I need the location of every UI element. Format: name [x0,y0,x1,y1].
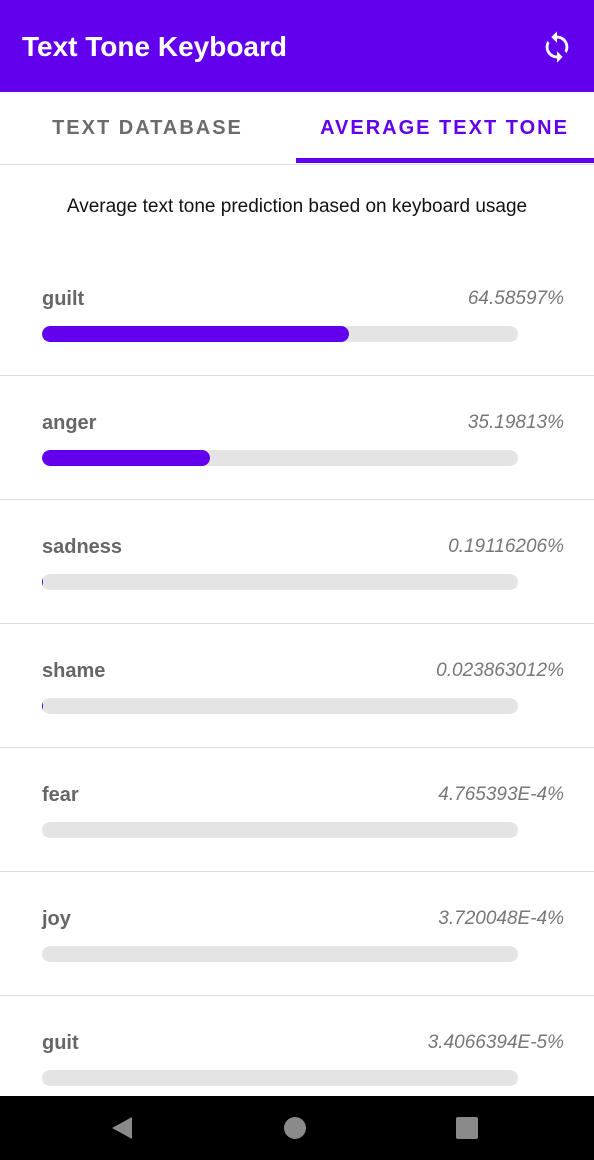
progress-track [42,1070,518,1086]
progress-fill [42,450,210,466]
system-nav-bar [0,1096,594,1160]
recents-square-icon [456,1117,478,1139]
home-button[interactable] [275,1108,315,1148]
page-subtitle: Average text tone prediction based on ke… [66,196,528,217]
tone-value: 0.19116206% [448,536,564,557]
tone-list: guilt 64.58597% anger 35.19813% sadness … [0,252,594,1120]
list-item[interactable]: fear 4.765393E-4% [0,748,594,872]
progress-track [42,822,518,838]
refresh-icon [545,31,569,63]
progress-fill [42,574,43,590]
tone-value: 0.023863012% [436,660,564,681]
tone-label: guilt [42,288,85,310]
tab-indicator [296,158,594,163]
progress-track [42,698,518,714]
list-item[interactable]: shame 0.023863012% [0,624,594,748]
tone-label: joy [42,908,71,930]
recents-button[interactable] [447,1108,487,1148]
refresh-button[interactable] [534,24,580,70]
tab-text-database[interactable]: TEXT DATABASE [0,92,295,164]
progress-track [42,450,518,466]
tone-value: 64.58597% [467,288,564,309]
list-item[interactable]: sadness 0.19116206% [0,500,594,624]
app-bar: Text Tone Keyboard [0,0,594,92]
back-button[interactable] [102,1108,142,1148]
progress-track [42,574,518,590]
tone-label: fear [42,784,79,806]
tone-label: anger [42,412,97,434]
tone-label: sadness [42,536,123,558]
tab-bar: TEXT DATABASE AVERAGE TEXT TONE [0,92,594,165]
tone-value: 35.19813% [467,412,564,433]
tab-average-text-tone[interactable]: AVERAGE TEXT TONE [295,92,594,164]
home-circle-icon [284,1117,306,1139]
back-triangle-icon [112,1117,132,1139]
app-title: Text Tone Keyboard [22,31,288,62]
progress-track [42,326,518,342]
tone-value: 3.720048E-4% [438,908,564,929]
tone-label: guit [42,1032,79,1054]
list-item[interactable]: anger 35.19813% [0,376,594,500]
progress-track [42,946,518,962]
progress-fill [42,326,350,342]
tone-label: shame [42,660,106,682]
tone-value: 3.4066394E-5% [427,1032,564,1053]
list-item[interactable]: guilt 64.58597% [0,252,594,376]
tone-value: 4.765393E-4% [438,784,564,805]
list-item[interactable]: joy 3.720048E-4% [0,872,594,996]
